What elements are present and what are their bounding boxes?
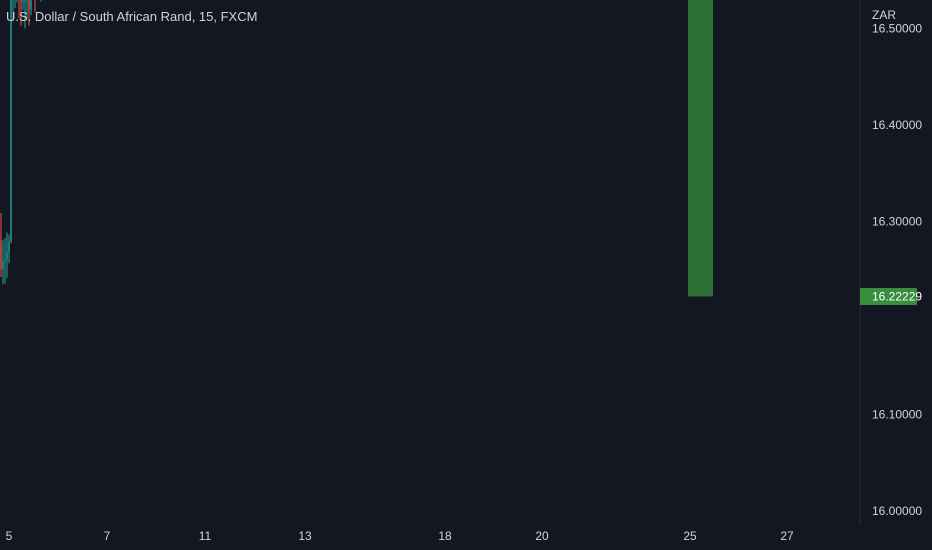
- time-tick-label: 5: [6, 529, 13, 543]
- time-tick-label: 20: [535, 529, 549, 543]
- price-tick-label: 16.30000: [872, 214, 922, 228]
- candle-body: [24, 0, 26, 2]
- chart-background: [0, 0, 932, 550]
- chart-canvas[interactable]: 17.1000016.7000016.6000016.5000016.40000…: [0, 0, 932, 550]
- candle-body: [2, 261, 4, 269]
- candle-body: [8, 241, 10, 253]
- time-tick-label: 25: [683, 529, 697, 543]
- candle-body: [10, 0, 12, 242]
- position-2-target-zone[interactable]: [688, 0, 713, 297]
- time-tick-label: 13: [298, 529, 312, 543]
- currency-label: ZAR: [872, 8, 896, 22]
- candle-body: [0, 239, 2, 269]
- price-label-target: 16.22229: [872, 289, 922, 303]
- chart-title: U.S. Dollar / South African Rand, 15, FX…: [6, 9, 258, 24]
- candle-body: [20, 0, 22, 2]
- price-tick-label: 16.50000: [872, 21, 922, 35]
- time-tick-label: 27: [780, 529, 794, 543]
- price-tick-label: 16.00000: [872, 504, 922, 518]
- time-tick-label: 18: [438, 529, 452, 543]
- time-tick-label: 7: [104, 529, 111, 543]
- candle-body: [4, 259, 6, 262]
- price-tick-label: 16.10000: [872, 407, 922, 421]
- candle-body: [22, 1, 24, 3]
- time-tick-label: 11: [199, 529, 212, 543]
- candle-body: [6, 252, 8, 260]
- price-tick-label: 16.40000: [872, 118, 922, 132]
